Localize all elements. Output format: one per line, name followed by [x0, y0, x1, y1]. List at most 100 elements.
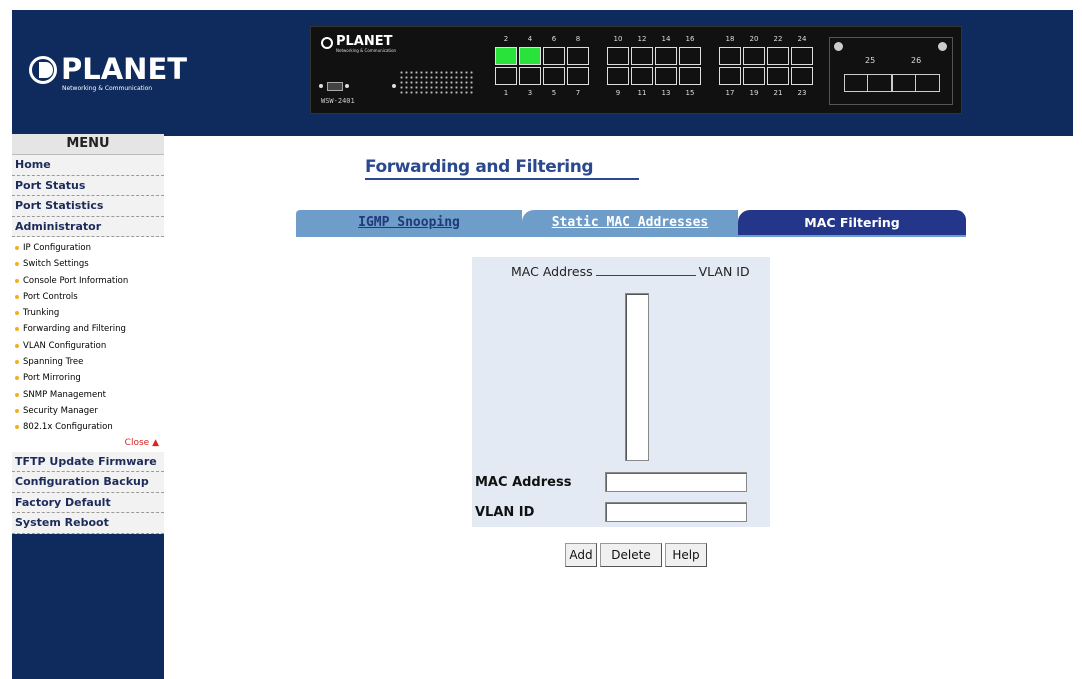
port-19: [743, 67, 765, 85]
port-10: [607, 47, 629, 65]
list-header-mac: MAC Address: [511, 264, 593, 279]
header-divider: [595, 264, 696, 276]
delete-button[interactable]: Delete: [600, 543, 662, 567]
switch-brand: PLANET: [336, 34, 393, 49]
mac-address-label: MAC Address: [475, 475, 572, 490]
menu-item-administrator[interactable]: Administrator: [12, 216, 164, 237]
menu-title: MENU: [12, 134, 164, 155]
port-number-label: 1: [503, 89, 509, 97]
led-icon: [345, 84, 349, 88]
submenu-item-port-controls[interactable]: Port Controls: [12, 289, 164, 305]
port-number-label: 14: [661, 35, 671, 43]
port-number-label: 24: [797, 35, 807, 43]
port-9: [607, 67, 629, 85]
port-23: [791, 67, 813, 85]
submenu-item-spanning-tree[interactable]: Spanning Tree: [12, 354, 164, 370]
port-number-label: 23: [797, 89, 807, 97]
sfp-port-number: 26: [911, 56, 922, 65]
planet-logo: PLANET Networking & Communication: [29, 52, 187, 96]
port-24: [791, 47, 813, 65]
switch-front-panel: PLANET Networking & Communication WSW-24…: [310, 26, 962, 114]
sfp-port-25: [844, 74, 892, 92]
mac-address-input[interactable]: [605, 472, 747, 492]
side-menu: MENU Home Port Status Port Statistics Ad…: [12, 134, 164, 534]
port-group-3: [719, 47, 813, 85]
sfp-module: 25 26: [829, 37, 953, 105]
submenu-item-snmp-management[interactable]: SNMP Management: [12, 387, 164, 403]
submenu-item-vlan-configuration[interactable]: VLAN Configuration: [12, 338, 164, 354]
arrow-up-icon: ▲: [152, 437, 159, 448]
switch-model: WSW-2401: [321, 97, 355, 105]
port-5: [543, 67, 565, 85]
submenu-item-ip-configuration[interactable]: IP Configuration: [12, 240, 164, 256]
tab-static-mac-addresses[interactable]: Static MAC Addresses: [522, 210, 738, 236]
sfp-port-number: 25: [865, 56, 876, 65]
menu-item-tftp-update-firmware[interactable]: TFTP Update Firmware: [12, 451, 164, 473]
page-title: Forwarding and Filtering: [365, 157, 640, 180]
screw-icon: [938, 42, 947, 51]
led-icon: [392, 84, 396, 88]
console-port-icon: [327, 82, 343, 91]
menu-item-port-statistics[interactable]: Port Statistics: [12, 196, 164, 217]
logo-tagline: Networking & Communication: [62, 85, 153, 92]
port-number-label: 15: [685, 89, 695, 97]
mac-filter-list[interactable]: [625, 293, 649, 461]
port-8: [567, 47, 589, 65]
menu-item-configuration-backup[interactable]: Configuration Backup: [12, 472, 164, 493]
port-number-label: 2: [503, 35, 509, 43]
port-number-label: 12: [637, 35, 647, 43]
list-header: MAC Address VLAN ID: [511, 264, 750, 279]
menu-item-home[interactable]: Home: [12, 155, 164, 176]
port-number-label: 11: [637, 89, 647, 97]
port-1: [495, 67, 517, 85]
port-15: [679, 67, 701, 85]
add-button[interactable]: Add: [565, 543, 597, 567]
port-21: [767, 67, 789, 85]
port-20: [743, 47, 765, 65]
port-number-label: 9: [615, 89, 621, 97]
port-6: [543, 47, 565, 65]
port-number-label: 6: [551, 35, 557, 43]
submenu-item-trunking[interactable]: Trunking: [12, 305, 164, 321]
submenu-item-security-manager[interactable]: Security Manager: [12, 403, 164, 419]
close-submenu-link[interactable]: Close ▲: [12, 436, 164, 450]
menu-item-factory-default[interactable]: Factory Default: [12, 492, 164, 514]
submenu-item-8021x-configuration[interactable]: 802.1x Configuration: [12, 419, 164, 435]
port-number-label: 10: [613, 35, 623, 43]
port-12: [631, 47, 653, 65]
tab-igmp-snooping[interactable]: IGMP Snooping: [296, 210, 522, 236]
help-button[interactable]: Help: [665, 543, 707, 567]
submenu-item-forwarding-and-filtering[interactable]: Forwarding and Filtering: [12, 321, 164, 337]
port-22: [767, 47, 789, 65]
port-11: [631, 67, 653, 85]
port-2: [495, 47, 517, 65]
submenu-item-port-mirroring[interactable]: Port Mirroring: [12, 370, 164, 386]
port-14: [655, 47, 677, 65]
port-number-label: 21: [773, 89, 783, 97]
submenu-item-console-port-information[interactable]: Console Port Information: [12, 273, 164, 289]
administrator-submenu: IP Configuration Switch Settings Console…: [12, 237, 164, 452]
port-16: [679, 47, 701, 65]
vlan-id-input[interactable]: [605, 502, 747, 522]
port-number-label: 5: [551, 89, 557, 97]
vlan-id-label: VLAN ID: [475, 505, 535, 520]
port-17: [719, 67, 741, 85]
menu-item-port-status[interactable]: Port Status: [12, 175, 164, 196]
mac-filter-form: MAC Address VLAN ID MAC Address VLAN ID: [472, 257, 770, 527]
port-number-label: 13: [661, 89, 671, 97]
menu-item-system-reboot[interactable]: System Reboot: [12, 513, 164, 534]
port-number-label: 17: [725, 89, 735, 97]
close-label: Close: [124, 437, 150, 448]
port-group-1: [495, 47, 589, 85]
port-4: [519, 47, 541, 65]
port-number-label: 3: [527, 89, 533, 97]
led-icon: [319, 84, 323, 88]
port-number-label: 4: [527, 35, 533, 43]
port-18: [719, 47, 741, 65]
port-group-2: [607, 47, 701, 85]
submenu-item-switch-settings[interactable]: Switch Settings: [12, 256, 164, 272]
logo-mark-icon: [29, 56, 57, 84]
switch-logo-icon: [321, 37, 333, 49]
tab-mac-filtering[interactable]: MAC Filtering: [738, 210, 966, 236]
port-13: [655, 67, 677, 85]
